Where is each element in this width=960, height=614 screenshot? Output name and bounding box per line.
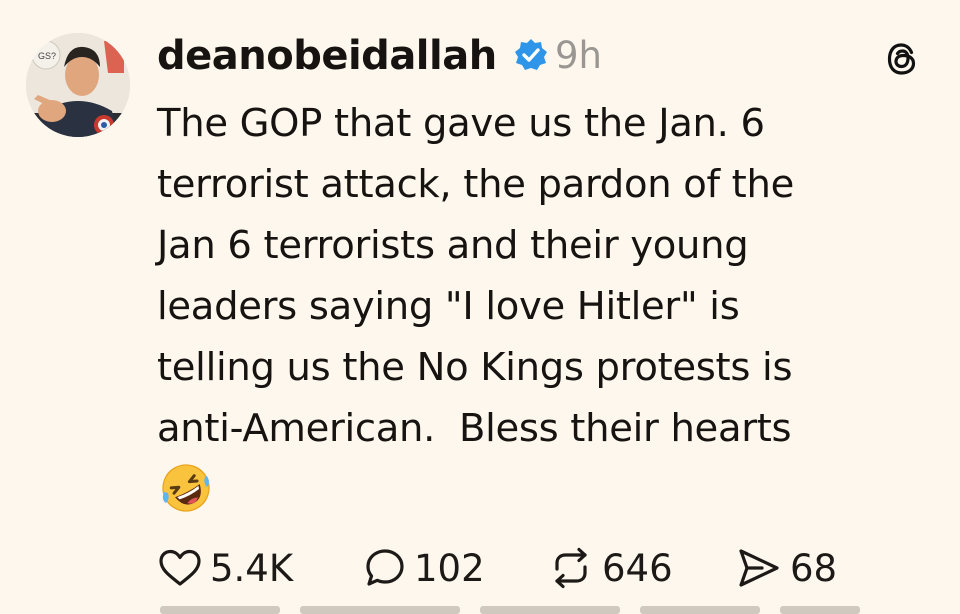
reply-button[interactable]: 102: [364, 540, 485, 596]
reply-count: 102: [414, 546, 485, 590]
send-icon: [739, 549, 779, 587]
repost-count: 646: [602, 546, 673, 590]
cropped-content-below: [0, 600, 960, 614]
username[interactable]: deanobeidallah: [157, 30, 497, 82]
like-button[interactable]: 5.4K: [158, 540, 293, 596]
repost-button[interactable]: 646: [548, 540, 673, 596]
post-text-line: anti-American. Bless their hearts: [157, 406, 792, 451]
post-text-line: The GOP that gave us the Jan. 6: [157, 101, 765, 146]
like-count: 5.4K: [210, 546, 294, 590]
threads-logo-icon[interactable]: [884, 40, 922, 78]
post-text-line: telling us the No Kings protests is: [157, 345, 793, 390]
post-text-line: terrorist attack, the pardon of the: [157, 162, 794, 207]
heart-icon: [159, 549, 201, 586]
verified-badge-icon: [515, 39, 547, 70]
post-text-line: leaders saying "I love Hitler" is: [157, 284, 740, 329]
avatar[interactable]: GS?: [26, 33, 130, 137]
share-button[interactable]: 68: [736, 540, 837, 596]
post-text: The GOP that gave us the Jan. 6 terrorist…: [157, 93, 917, 459]
repost-icon: [555, 547, 587, 589]
post-text-line: Jan 6 terrorists and their young: [157, 223, 749, 268]
rolling-on-floor-laughing-emoji: [162, 464, 210, 512]
svg-text:GS?: GS?: [38, 51, 56, 61]
post-timestamp: 9h: [555, 34, 602, 77]
comment-icon: [366, 549, 404, 586]
share-count: 68: [790, 546, 838, 590]
